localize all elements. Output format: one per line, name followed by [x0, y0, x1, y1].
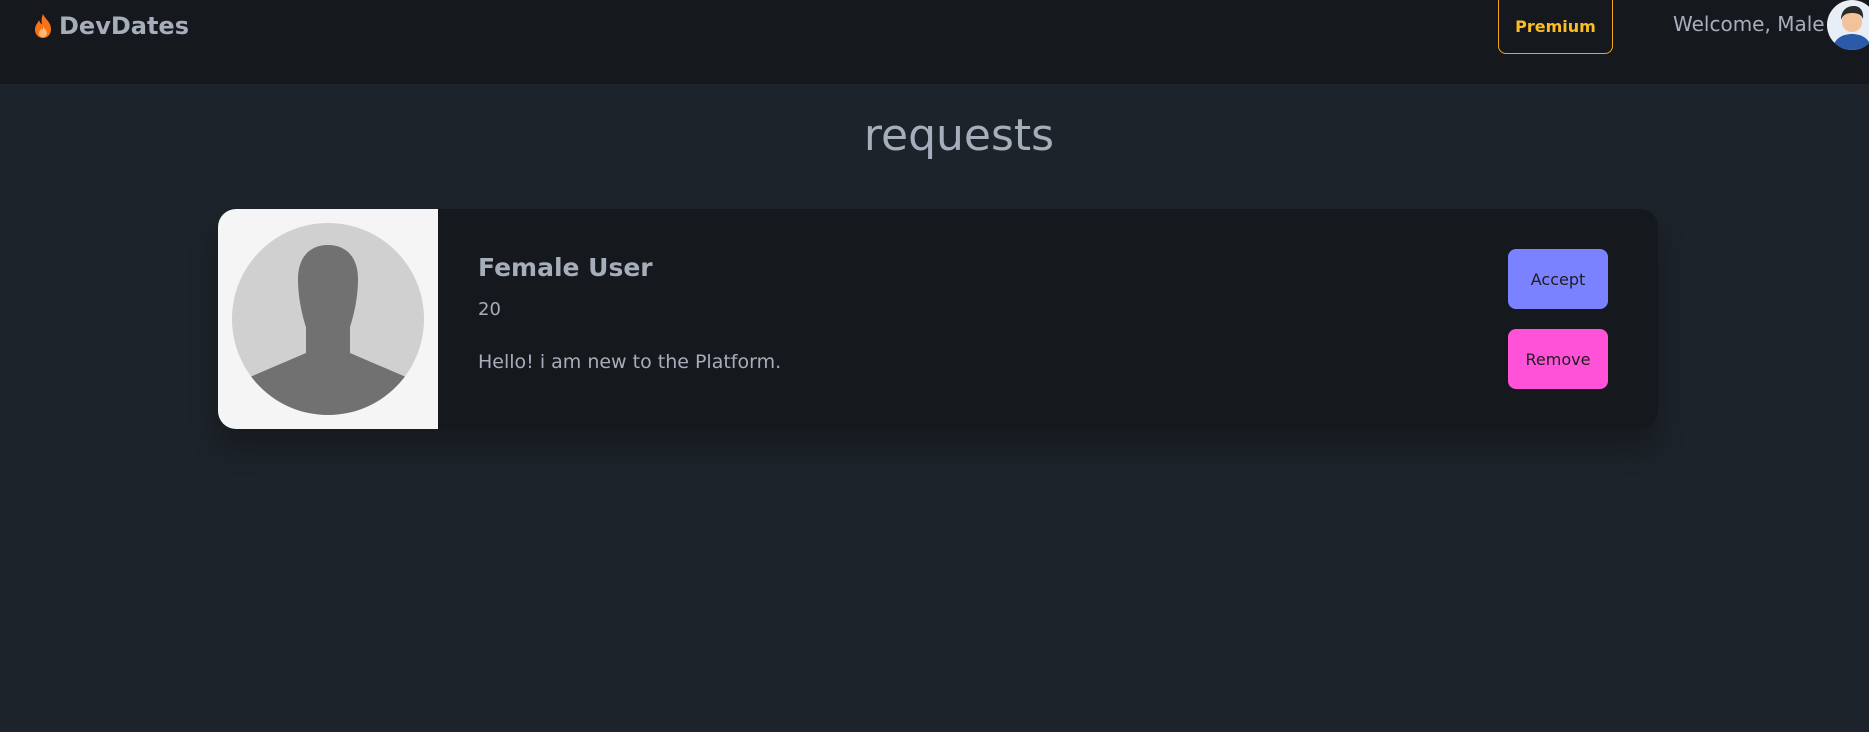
request-name: Female User	[478, 253, 653, 282]
page-title: requests	[863, 110, 1055, 161]
brand-logo-link[interactable]: DevDates	[33, 10, 189, 42]
flame-icon	[33, 13, 53, 39]
remove-button[interactable]: Remove	[1508, 329, 1608, 389]
request-card: Female User 20 Hello! i am new to the Pl…	[218, 209, 1658, 429]
navbar: DevDates Premium Welcome, Male	[0, 0, 1869, 84]
user-silhouette-icon	[232, 223, 424, 415]
avatar[interactable]	[1827, 0, 1869, 50]
request-about: Hello! i am new to the Platform.	[478, 351, 782, 373]
welcome-text: Welcome, Male	[1673, 12, 1825, 36]
brand-name: DevDates	[59, 12, 189, 40]
request-age: 20	[478, 299, 501, 320]
accept-button[interactable]: Accept	[1508, 249, 1608, 309]
profile-photo	[218, 209, 438, 429]
premium-button[interactable]: Premium	[1498, 0, 1613, 54]
user-avatar-icon	[1827, 0, 1869, 50]
